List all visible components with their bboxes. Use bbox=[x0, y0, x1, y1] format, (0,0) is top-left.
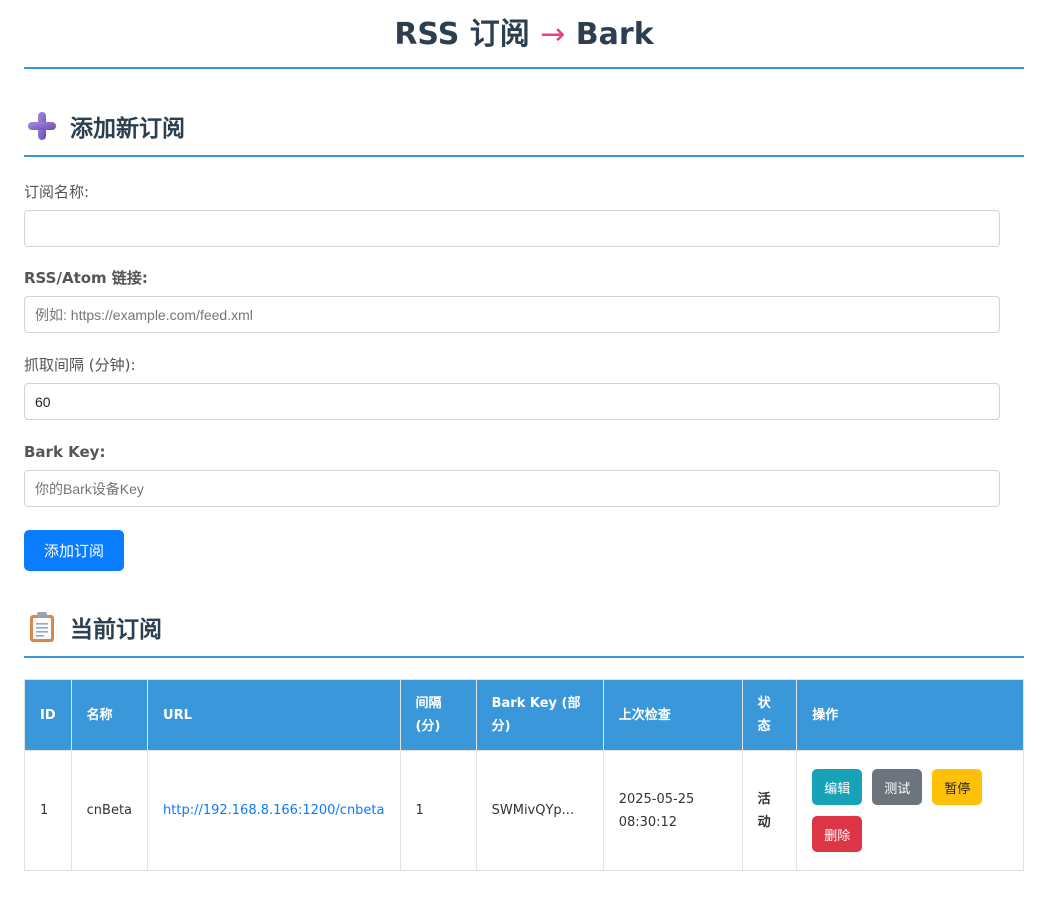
row-actions: 编辑 测试 暂停 删除 bbox=[812, 769, 992, 852]
add-subscription-button[interactable]: 添加订阅 bbox=[24, 530, 124, 571]
column-header-interval: 间隔 (分) bbox=[399, 679, 477, 751]
column-header-status: 状态 bbox=[741, 679, 798, 751]
interval-input[interactable] bbox=[24, 383, 1000, 420]
list-section-heading: 当前订阅 bbox=[24, 607, 162, 647]
title-arrow: → bbox=[540, 17, 566, 52]
name-label: 订阅名称: bbox=[24, 183, 90, 201]
url-label: RSS/Atom 链接: bbox=[24, 269, 148, 287]
plus-icon bbox=[24, 108, 60, 144]
column-header-url: URL bbox=[147, 679, 401, 751]
name-input[interactable] bbox=[24, 210, 1000, 247]
interval-label: 抓取间隔 (分钟): bbox=[24, 356, 136, 374]
list-section-divider bbox=[24, 656, 1024, 658]
pause-button[interactable]: 暂停 bbox=[932, 769, 983, 805]
delete-button[interactable]: 删除 bbox=[812, 816, 863, 852]
clipboard-icon bbox=[24, 609, 60, 645]
list-section-title: 当前订阅 bbox=[70, 617, 162, 643]
column-header-last-check: 上次检查 bbox=[602, 679, 743, 751]
edit-button[interactable]: 编辑 bbox=[812, 769, 863, 805]
cell-actions: 编辑 测试 暂停 删除 bbox=[796, 750, 1024, 871]
bark-key-input[interactable] bbox=[24, 470, 1000, 507]
add-section-heading: 添加新订阅 bbox=[24, 106, 185, 146]
bark-key-label: Bark Key: bbox=[24, 443, 106, 461]
table-header-row: ID 名称 URL 间隔 (分) Bark Key (部分) 上次检查 状态 操… bbox=[24, 679, 1024, 751]
title-left: RSS 订阅 bbox=[394, 17, 530, 52]
status-badge: 活动 bbox=[741, 750, 798, 871]
subscription-url-link[interactable]: http://192.168.8.166:1200/cnbeta bbox=[163, 803, 384, 818]
add-section-title: 添加新订阅 bbox=[70, 116, 185, 142]
table-row: 1 cnBeta http://192.168.8.166:1200/cnbet… bbox=[24, 750, 1024, 871]
cell-name: cnBeta bbox=[70, 750, 149, 871]
page-title: RSS 订阅 → Bark bbox=[24, 10, 1024, 60]
column-header-bark-key: Bark Key (部分) bbox=[475, 679, 604, 751]
url-input[interactable] bbox=[24, 296, 1000, 333]
cell-bark-key: SWMivQYp... bbox=[475, 750, 604, 871]
subscriptions-table: ID 名称 URL 间隔 (分) Bark Key (部分) 上次检查 状态 操… bbox=[24, 679, 1024, 871]
cell-id: 1 bbox=[24, 750, 72, 871]
test-button[interactable]: 测试 bbox=[872, 769, 923, 805]
add-section-divider bbox=[24, 155, 1024, 157]
column-header-actions: 操作 bbox=[796, 679, 1024, 751]
title-divider bbox=[24, 67, 1024, 69]
title-right: Bark bbox=[575, 17, 654, 52]
cell-last-check: 2025-05-25 08:30:12 bbox=[602, 750, 743, 871]
cell-url: http://192.168.8.166:1200/cnbeta bbox=[147, 750, 401, 871]
cell-interval: 1 bbox=[399, 750, 477, 871]
column-header-name: 名称 bbox=[70, 679, 149, 751]
column-header-id: ID bbox=[24, 679, 72, 751]
page: RSS 订阅 → Bark 添加新订阅 订阅名称: RSS/Atom 链接: 抓… bbox=[0, 0, 1049, 899]
